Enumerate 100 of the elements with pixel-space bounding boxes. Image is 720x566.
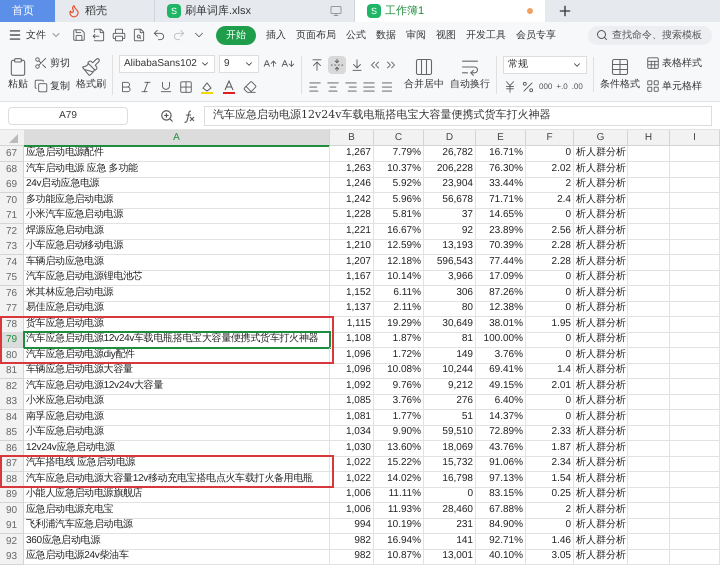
row-header[interactable]: 76 [0, 286, 24, 302]
link-cell[interactable]: 析人群分析 [574, 363, 628, 379]
function-icon[interactable] [182, 108, 196, 122]
zoom-icon[interactable] [160, 108, 174, 122]
link-cell[interactable]: 析人群分析 [574, 208, 628, 224]
row-header[interactable]: 71 [0, 208, 24, 224]
row-header[interactable]: 72 [0, 224, 24, 240]
percent-icon[interactable] [521, 80, 535, 94]
number-button[interactable]: 000 [539, 80, 552, 92]
new-tab-icon[interactable] [557, 3, 573, 19]
cut-button[interactable]: 剪切 [34, 56, 70, 70]
cell-style-button[interactable]: 单元格样 [646, 78, 702, 94]
link-cell[interactable]: 析人群分析 [574, 332, 628, 348]
currency-icon[interactable] [503, 80, 517, 94]
link-cell[interactable]: 析人群分析 [574, 177, 628, 193]
merge-center-button[interactable]: 合并居中 [404, 57, 444, 92]
paste-button[interactable]: 粘贴 [8, 57, 28, 92]
ribbon-tab[interactable]: 数据 [376, 28, 396, 42]
print-icon[interactable] [112, 28, 126, 42]
row-header[interactable]: 70 [0, 192, 24, 208]
eraser-icon[interactable] [243, 80, 257, 94]
link-cell[interactable]: 析人群分析 [574, 440, 628, 456]
row-header[interactable]: 82 [0, 378, 24, 394]
link-cell[interactable]: 析人群分析 [574, 502, 628, 518]
row-header[interactable]: 89 [0, 487, 24, 503]
ribbon-tab[interactable]: 会员专享 [516, 28, 556, 42]
link-cell[interactable]: 析人群分析 [574, 239, 628, 255]
column-header[interactable]: F [526, 130, 574, 147]
column-header[interactable]: I [670, 130, 720, 147]
row-header[interactable]: 85 [0, 425, 24, 441]
link-cell[interactable]: 析人群分析 [574, 394, 628, 410]
column-header[interactable]: D [424, 130, 476, 147]
conditional-format-button[interactable]: 条件格式 [593, 57, 640, 92]
borders-icon[interactable] [179, 80, 193, 94]
file-menu[interactable]: 文件 [8, 28, 62, 42]
ribbon-tab[interactable]: 开发工具 [466, 28, 506, 42]
row-header[interactable]: 77 [0, 301, 24, 317]
wrap-text-button[interactable]: 自动换行 [450, 57, 490, 92]
column-header[interactable]: E [476, 130, 526, 147]
row-header[interactable]: 91 [0, 518, 24, 534]
row-header[interactable]: 67 [0, 146, 24, 162]
ribbon-tab[interactable]: 公式 [346, 28, 366, 42]
link-cell[interactable]: 析人群分析 [574, 549, 628, 565]
row-header[interactable]: 84 [0, 410, 24, 426]
link-cell[interactable]: 析人群分析 [574, 301, 628, 317]
row-header[interactable]: 90 [0, 502, 24, 518]
search-field[interactable]: 查找命令、搜索模板 [588, 26, 712, 44]
link-cell[interactable]: 析人群分析 [574, 146, 628, 162]
row-header[interactable]: 75 [0, 270, 24, 286]
row-header[interactable]: 74 [0, 254, 24, 270]
link-cell[interactable]: 析人群分析 [574, 162, 628, 178]
italic-icon[interactable] [139, 80, 153, 94]
row-header[interactable]: 73 [0, 239, 24, 255]
font-size-dropdown[interactable]: 9 [219, 54, 259, 72]
undo-icon[interactable] [152, 28, 166, 42]
ribbon-tab[interactable]: 视图 [436, 28, 456, 42]
link-cell[interactable]: 析人群分析 [574, 518, 628, 534]
save-icon[interactable] [72, 28, 86, 42]
tab[interactable]: S 工作簿1 [355, 0, 545, 22]
link-cell[interactable]: 析人群分析 [574, 534, 628, 550]
formula-field[interactable]: 汽车应急启动电源12v24v车载电瓶搭电宝大容量便携式货车打火神器 [204, 106, 712, 126]
link-cell[interactable]: 析人群分析 [574, 378, 628, 394]
row-header[interactable]: 68 [0, 162, 24, 178]
link-cell[interactable]: 析人群分析 [574, 410, 628, 426]
link-cell[interactable]: 析人群分析 [574, 270, 628, 286]
format-painter-button[interactable]: 格式刷 [76, 57, 106, 92]
name-box[interactable]: A79 [8, 106, 128, 124]
distribute-icon[interactable] [380, 80, 394, 94]
row-header[interactable]: 69 [0, 177, 24, 193]
table-style-button[interactable]: 表格样式 [646, 56, 702, 70]
link-cell[interactable]: 析人群分析 [574, 487, 628, 503]
link-cell[interactable]: 析人群分析 [574, 254, 628, 270]
row-header[interactable]: 81 [0, 363, 24, 379]
column-header[interactable]: G [574, 130, 628, 147]
align-left-icon[interactable] [308, 80, 322, 94]
column-header[interactable]: H [628, 130, 670, 147]
link-cell[interactable]: 析人群分析 [574, 286, 628, 302]
justify-icon[interactable] [362, 80, 376, 94]
link-cell[interactable]: 析人群分析 [574, 348, 628, 364]
row-header[interactable]: 83 [0, 394, 24, 410]
link-cell[interactable]: 析人群分析 [574, 472, 628, 488]
ribbon-tab[interactable]: 审阅 [406, 28, 426, 42]
align-right-icon[interactable] [344, 80, 358, 94]
align-middle-button[interactable] [328, 56, 346, 74]
number-button[interactable]: .00 [572, 80, 583, 92]
export-icon[interactable] [92, 28, 106, 42]
ribbon-tab[interactable]: 页面布局 [296, 28, 336, 42]
link-cell[interactable]: 析人群分析 [574, 192, 628, 208]
font-dropdown[interactable]: AlibabaSans102 [119, 54, 215, 72]
link-cell[interactable]: 析人群分析 [574, 316, 628, 332]
column-header[interactable]: B [330, 130, 374, 147]
link-cell[interactable]: 析人群分析 [574, 425, 628, 441]
number-format-dropdown[interactable]: 常规 [503, 56, 587, 74]
number-button[interactable]: +.0 [556, 80, 568, 92]
copy-button[interactable]: 复制 [34, 78, 70, 94]
underline-icon[interactable] [159, 80, 173, 94]
align-center-icon[interactable] [326, 80, 340, 94]
column-header[interactable]: C [374, 130, 424, 147]
row-header[interactable]: 93 [0, 549, 24, 565]
link-cell[interactable]: 析人群分析 [574, 456, 628, 472]
